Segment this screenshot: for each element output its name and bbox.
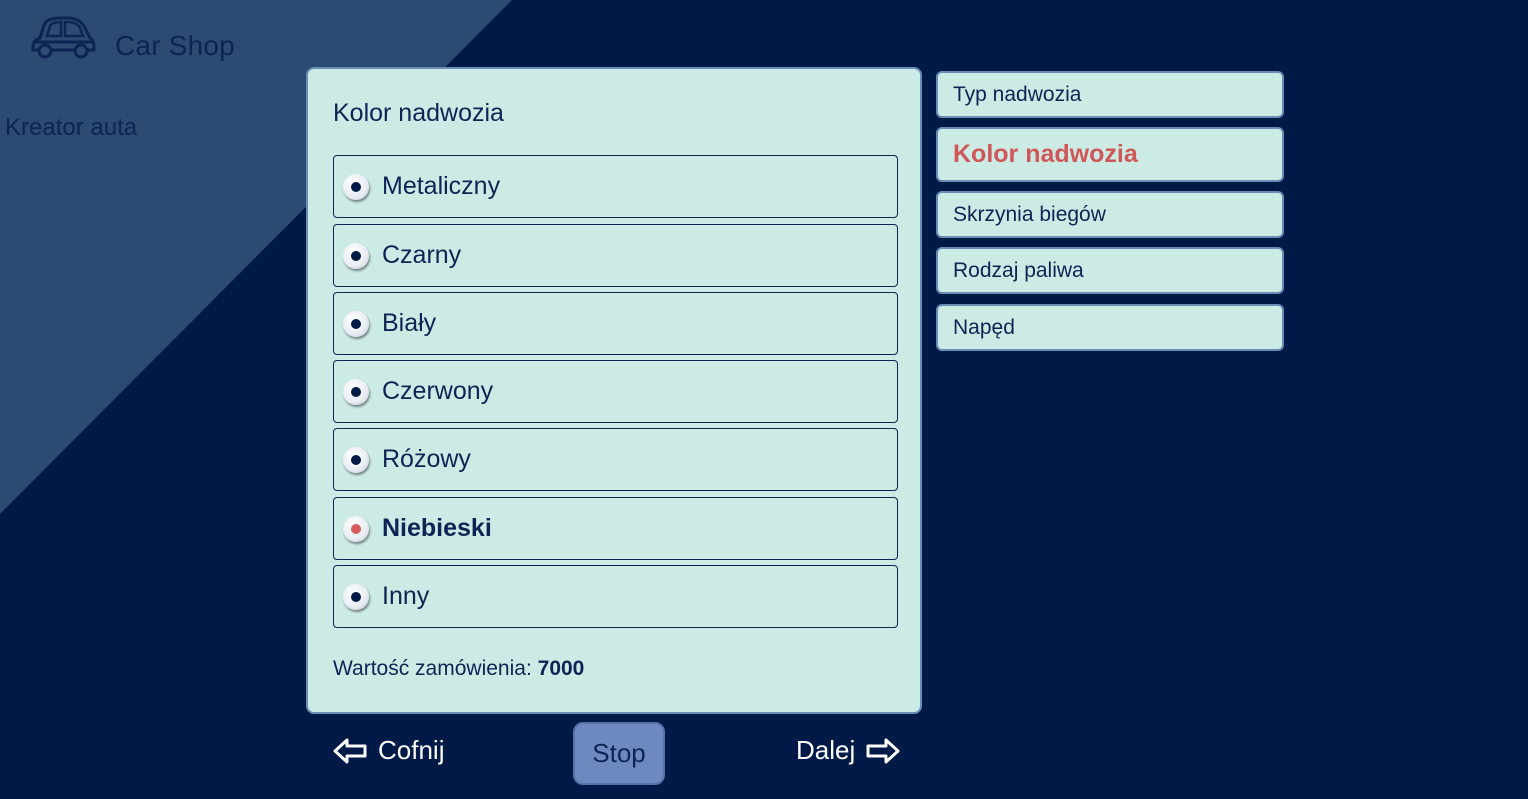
stop-label: Stop bbox=[592, 738, 646, 768]
radio-button[interactable] bbox=[343, 378, 369, 405]
option-czerwony[interactable]: Czerwony bbox=[333, 360, 898, 423]
next-button[interactable]: Dalej bbox=[796, 735, 901, 766]
order-total-value: 7000 bbox=[537, 657, 585, 680]
option-label: Różowy bbox=[382, 445, 471, 473]
radio-dot bbox=[351, 250, 361, 261]
step-label: Napęd bbox=[953, 315, 1015, 339]
stop-button[interactable]: Stop bbox=[573, 722, 665, 785]
step-rodzaj-paliwa[interactable]: Rodzaj paliwa bbox=[936, 247, 1284, 294]
step-label: Typ nadwozia bbox=[953, 82, 1082, 106]
radio-dot bbox=[351, 454, 361, 465]
radio-dot bbox=[351, 318, 361, 329]
car-icon bbox=[30, 14, 96, 60]
option-bialy[interactable]: Biały bbox=[333, 292, 898, 355]
radio-button-selected[interactable] bbox=[343, 515, 369, 542]
option-label: Niebieski bbox=[382, 514, 492, 542]
radio-button[interactable] bbox=[343, 173, 369, 200]
step-label: Rodzaj paliwa bbox=[953, 258, 1084, 282]
option-label: Biały bbox=[382, 309, 437, 337]
app-window: Car Shop Kreator auta Kolor nadwozia Met… bbox=[0, 0, 1528, 799]
radio-button[interactable] bbox=[343, 446, 369, 473]
option-czarny[interactable]: Czarny bbox=[333, 224, 898, 287]
option-label: Inny bbox=[382, 582, 430, 610]
step-label: Skrzynia biegów bbox=[953, 202, 1106, 226]
option-label: Metaliczny bbox=[382, 172, 501, 200]
arrow-right-icon bbox=[866, 738, 900, 763]
step-typ-nadwozia[interactable]: Typ nadwozia bbox=[936, 71, 1284, 118]
radio-dot bbox=[351, 591, 361, 602]
radio-dot bbox=[351, 523, 361, 534]
step-skrzynia-biegow[interactable]: Skrzynia biegów bbox=[936, 191, 1284, 238]
step-label: Kolor nadwozia bbox=[953, 140, 1138, 168]
option-niebieski[interactable]: Niebieski bbox=[333, 497, 898, 560]
step-naped[interactable]: Napęd bbox=[936, 304, 1284, 351]
option-label: Czarny bbox=[382, 241, 462, 269]
panel-title: Kolor nadwozia bbox=[333, 99, 504, 127]
option-inny[interactable]: Inny bbox=[333, 565, 898, 628]
order-total: Wartość zamówienia: 7000 bbox=[333, 657, 584, 681]
back-label: Cofnij bbox=[378, 735, 445, 765]
option-label: Czerwony bbox=[382, 377, 494, 405]
order-total-label: Wartość zamówienia: bbox=[333, 657, 532, 680]
radio-dot bbox=[351, 386, 361, 397]
back-button[interactable]: Cofnij bbox=[332, 735, 444, 766]
option-metaliczny[interactable]: Metaliczny bbox=[333, 155, 898, 218]
radio-button[interactable] bbox=[343, 242, 369, 269]
radio-button[interactable] bbox=[343, 310, 369, 337]
color-selection-panel: Kolor nadwozia Metaliczny Czarny Biały C… bbox=[306, 67, 922, 714]
next-label: Dalej bbox=[796, 735, 856, 765]
step-kolor-nadwozia[interactable]: Kolor nadwozia bbox=[936, 127, 1284, 182]
arrow-left-icon bbox=[333, 738, 367, 763]
page-subtitle: Kreator auta bbox=[5, 114, 138, 141]
brand-name: Car Shop bbox=[115, 30, 235, 61]
radio-dot bbox=[351, 181, 361, 192]
option-rozowy[interactable]: Różowy bbox=[333, 428, 898, 491]
radio-button[interactable] bbox=[343, 583, 369, 610]
